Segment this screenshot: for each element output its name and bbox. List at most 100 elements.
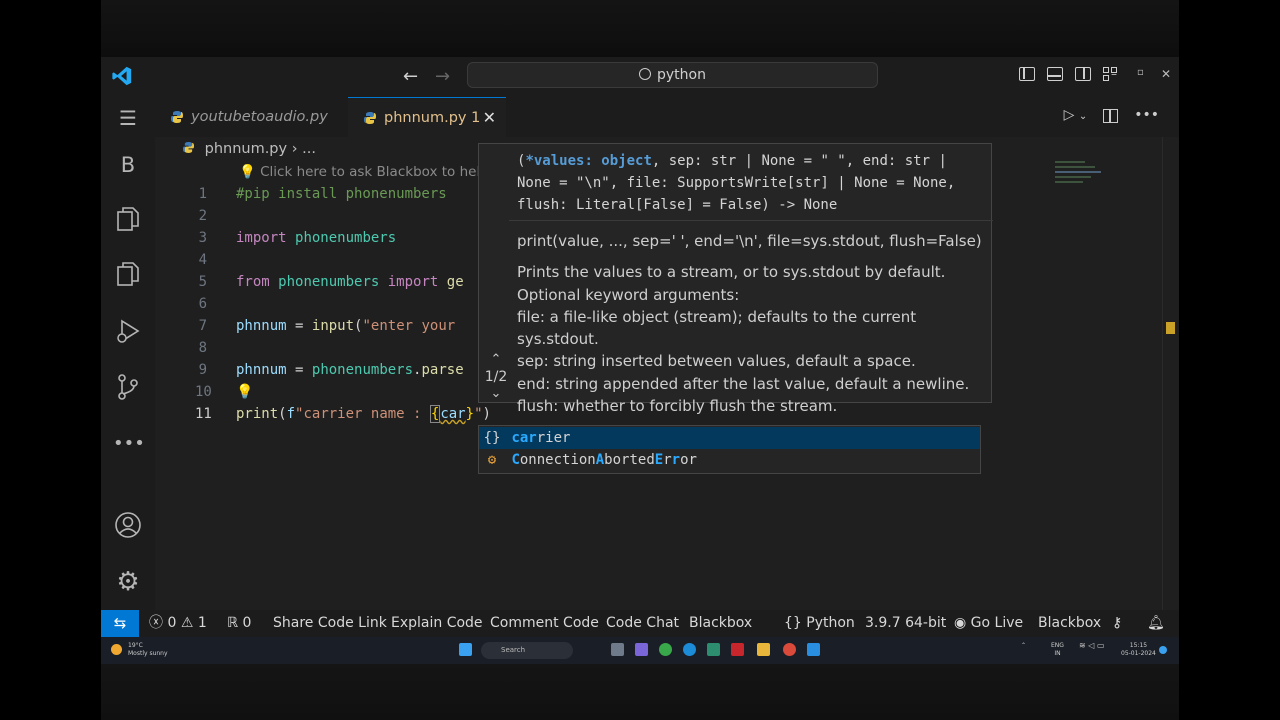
lang-code: ENG — [1051, 642, 1064, 649]
explorer-icon[interactable] — [113, 205, 143, 235]
menu-icon[interactable]: ☰ — [113, 103, 143, 133]
doc-line: end: string appended after the last valu… — [517, 374, 970, 393]
error-icon: ⓧ — [149, 615, 163, 631]
edge-icon[interactable] — [683, 643, 696, 656]
language-label: Python — [806, 615, 855, 631]
manage-gear-icon[interactable]: ⚙ — [113, 567, 143, 597]
autocomplete-suggestions: {} carrier ⚙ ConnectionAbortedError — [478, 425, 981, 474]
language-mode[interactable]: {} Python — [784, 610, 855, 637]
task-view-icon[interactable] — [611, 643, 624, 656]
tab-phnnum[interactable]: phnnum.py 1 ✕ — [348, 97, 506, 137]
bottom-blur — [101, 664, 1179, 720]
blackbox-status-button[interactable]: Blackbox — [1038, 610, 1101, 637]
braces-icon: {} — [784, 615, 802, 631]
tray-chevron-icon[interactable]: ⌃ — [1021, 642, 1026, 650]
split-editor-icon[interactable] — [1103, 107, 1119, 125]
vscode-taskbar-icon[interactable] — [807, 643, 820, 656]
go-live-button[interactable]: ◉ Go Live — [954, 610, 1023, 637]
windows-taskbar: 19°C Mostly sunny Search ⌃ ENG IN ≋ ◁ ▭ 1… — [101, 637, 1179, 664]
search-icon — [639, 68, 651, 80]
breadcrumb: phnnum.py › ... — [183, 141, 316, 157]
notification-center-icon[interactable] — [1159, 646, 1167, 654]
file-explorer-icon[interactable] — [757, 643, 770, 656]
breadcrumb-rest[interactable]: ... — [302, 141, 316, 157]
forward-arrow-icon[interactable]: → — [435, 66, 450, 87]
comment-code-button[interactable]: Comment Code — [490, 610, 599, 637]
minimap[interactable] — [1055, 161, 1105, 191]
accounts-icon[interactable] — [113, 511, 143, 541]
weather-text: Mostly sunny — [128, 650, 168, 657]
explain-code-button[interactable]: Explain Code — [391, 610, 483, 637]
tab-youtubetoaudio[interactable]: youtubetoaudio.py — [155, 97, 347, 137]
line-text: print(f"carrier name : {car}") — [236, 405, 491, 423]
next-overload-icon[interactable]: ⌄ — [481, 387, 511, 400]
chat-app-icon[interactable] — [635, 643, 648, 656]
store-icon[interactable] — [707, 643, 720, 656]
blackbox-button[interactable]: Blackbox — [689, 610, 752, 637]
line-number: 10 — [195, 384, 212, 400]
suggestion-item-carrier[interactable]: {} carrier — [479, 427, 980, 449]
go-live-label: Go Live — [970, 615, 1024, 631]
remote-indicator-icon[interactable]: ⇆ — [101, 610, 139, 637]
activity-bar: ☰ B ••• ⚙ — [101, 97, 155, 610]
close-window-icon[interactable]: ✕ — [1161, 67, 1171, 81]
line-text: phnnum = input("enter your — [236, 318, 456, 334]
problem-count-badge: 1 — [471, 110, 481, 126]
weather-widget[interactable]: 19°C Mostly sunny — [128, 642, 168, 658]
language-indicator[interactable]: ENG IN — [1051, 642, 1064, 658]
notifications-bell-icon[interactable]: 🔔︎ — [1147, 610, 1165, 637]
code-action-lightbulb-icon[interactable]: 💡 — [236, 381, 253, 403]
copy-icon[interactable] — [113, 260, 143, 290]
warning-icon: ⚠ — [180, 615, 194, 631]
windows-start-icon[interactable] — [459, 643, 472, 656]
run-file-icon[interactable]: ▷ ⌄ — [1064, 107, 1088, 125]
run-debug-icon[interactable] — [113, 317, 143, 347]
suggestion-item-connectionabortederror[interactable]: ⚙ ConnectionAbortedError — [479, 449, 980, 471]
previous-overload-icon[interactable]: ⌃ — [481, 353, 511, 366]
network-volume-battery-icon[interactable]: ≋ ◁ ▭ — [1079, 642, 1105, 650]
clock[interactable]: 15:15 05-01-2024 — [1121, 642, 1156, 658]
region-code: IN — [1054, 650, 1061, 657]
more-icon[interactable]: ••• — [113, 429, 145, 459]
ports-indicator[interactable]: ℝ 0 — [227, 610, 251, 637]
date: 05-01-2024 — [1121, 650, 1156, 657]
antivirus-icon[interactable] — [731, 643, 744, 656]
editor-tabs: youtubetoaudio.py phnnum.py 1 ✕ ▷ ⌄ ••• — [155, 97, 1179, 137]
broadcast-icon: ◉ — [954, 615, 967, 631]
close-tab-icon[interactable]: ✕ — [483, 98, 496, 138]
minimize-icon[interactable]: – — [1111, 67, 1117, 81]
suggestion-label: ConnectionAbortedError — [511, 452, 697, 468]
restore-icon[interactable]: ▫ — [1137, 67, 1144, 78]
module-icon: {} — [483, 430, 501, 446]
match-highlight: car — [511, 430, 537, 446]
blackbox-hint[interactable]: 💡 Click here to ask Blackbox to help you — [239, 164, 479, 180]
active-parameter: *values: object — [525, 153, 652, 169]
share-code-link-button[interactable]: Share Code Link — [273, 610, 387, 637]
scrollbar-marker[interactable] — [1166, 322, 1175, 334]
blackbox-icon[interactable]: B — [113, 150, 143, 180]
python-interpreter[interactable]: 3.9.7 64-bit — [865, 610, 946, 637]
toggle-panel-icon[interactable] — [1047, 67, 1063, 81]
problems-indicator[interactable]: ⓧ 0 ⚠ 1 — [149, 610, 207, 637]
command-center-search[interactable]: python — [467, 62, 878, 88]
ruler — [1162, 137, 1163, 610]
tab-label: phnnum.py — [384, 110, 467, 126]
taskbar-search[interactable]: Search — [481, 642, 573, 659]
toggle-primary-sidebar-icon[interactable] — [1019, 67, 1035, 81]
code-chat-button[interactable]: Code Chat — [606, 610, 679, 637]
chrome-icon[interactable] — [783, 643, 796, 656]
breadcrumb-file[interactable]: phnnum.py — [205, 141, 287, 157]
key-icon[interactable]: ⚷ — [1112, 610, 1122, 637]
browser-icon[interactable] — [659, 643, 672, 656]
toggle-secondary-sidebar-icon[interactable] — [1075, 67, 1091, 81]
line-number: 9 — [198, 362, 207, 378]
source-control-icon[interactable] — [113, 373, 143, 403]
line-text: #pip install phonenumbers — [236, 186, 447, 202]
back-arrow-icon[interactable]: ← — [403, 66, 418, 87]
editor-actions: ▷ ⌄ ••• — [1064, 107, 1159, 125]
more-actions-icon[interactable]: ••• — [1134, 107, 1159, 125]
temperature: 19°C — [128, 642, 143, 649]
signature-docs: print(value, ..., sep=' ', end='\n', fil… — [517, 230, 987, 417]
layout-controls — [1019, 67, 1119, 81]
python-file-icon — [171, 111, 183, 123]
